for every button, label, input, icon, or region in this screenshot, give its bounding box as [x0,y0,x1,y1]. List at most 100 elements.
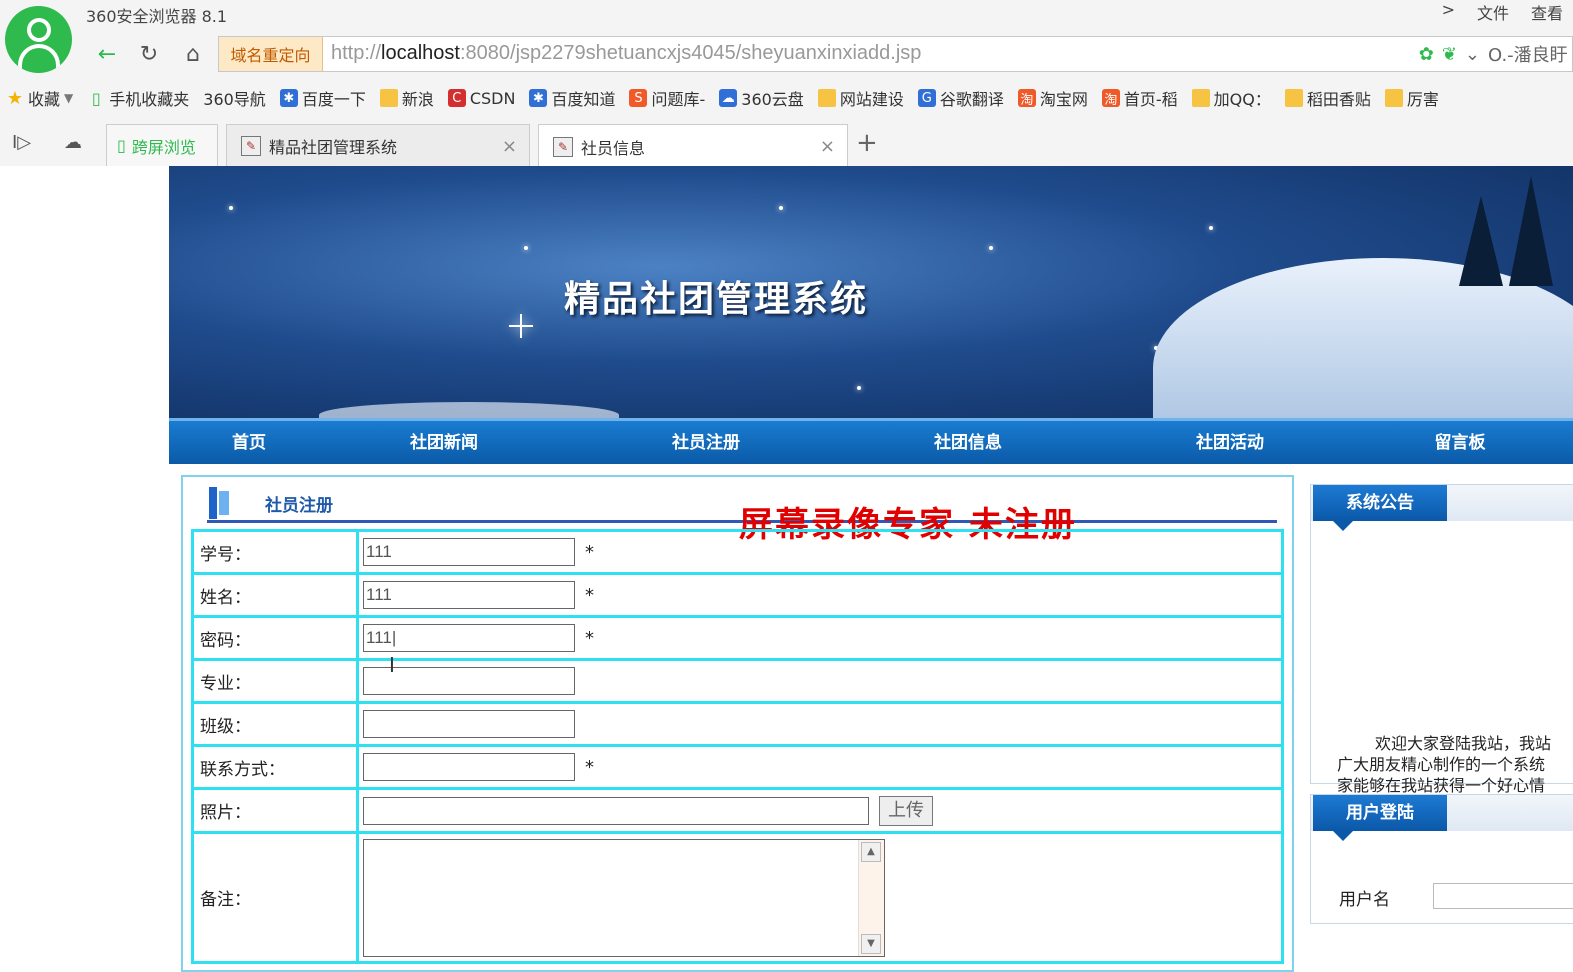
address-bar[interactable]: 域名重定向 http://localhost:8080/jsp2279shetu… [218,36,1573,72]
taobao-icon: 淘 [1017,89,1036,108]
nav-guestbook[interactable]: 留言板 [1385,421,1535,465]
close-icon[interactable]: × [502,136,517,157]
form-row: 照片： 上传 [191,787,1284,834]
field-label: 备注： [191,831,359,964]
field-label: 班级： [191,701,359,747]
top-menu: > 文件 查看 [1442,0,1573,24]
upload-button[interactable]: 上传 [879,795,933,826]
required-mark: * [585,584,594,606]
username-label: 用户名 [1339,890,1390,910]
bookmark-item[interactable]: ★ 收藏 ▼ [6,86,73,110]
bookmark-item[interactable]: 厉害 [1384,86,1439,110]
navigation-bar: ← ↻ ⌂ 域名重定向 http://localhost:8080/jsp227… [84,36,1573,72]
page-favicon-icon: ✎ [553,136,573,157]
nav-member-register[interactable]: 社员注册 [631,421,781,465]
folder-icon [379,89,398,107]
form-row: 联系方式： * [191,744,1284,790]
notes-textarea[interactable]: ▲ ▼ [363,838,885,957]
folder-icon [1191,89,1210,107]
nav-club-activity[interactable]: 社团活动 [1155,421,1305,465]
address-tools: ✿ ❦ ⌄ O.-潘良盱 [1419,41,1572,67]
cloud-icon[interactable]: ☁ [64,132,82,153]
student-id-input[interactable]: 111 [363,538,575,566]
speed-mode-icon[interactable]: ❦ [1442,44,1457,65]
sidebar-toggle-icon[interactable]: I▷ [12,132,31,153]
bookmark-item[interactable]: 360导航 [203,86,266,110]
bookmark-item[interactable]: G 谷歌翻译 [917,86,1004,110]
page-favicon-icon: ✎ [241,135,261,156]
bookmark-item[interactable]: C CSDN [447,89,515,108]
form-row: 学号： 111 * [191,529,1284,575]
notice-title: 系统公告 [1313,485,1447,531]
bookmark-item[interactable]: 新浪 [379,86,434,110]
folder-icon [1384,89,1403,107]
phone-icon: ▯ [117,136,126,155]
photo-path-input[interactable] [363,796,869,825]
user-avatar-icon[interactable] [5,6,72,73]
back-arrow-icon[interactable]: ← [88,36,126,72]
username-input[interactable] [1433,883,1573,909]
form-row: 专业： [191,658,1284,704]
browser-window: 360安全浏览器 8.1 > 文件 查看 ← ↻ ⌂ 域名重定向 http://… [0,0,1573,972]
reload-icon[interactable]: ↻ [130,36,168,72]
bookmark-item[interactable]: 网站建设 [817,86,904,110]
search-hint[interactable]: O.-潘良盱 [1488,41,1572,67]
url-text[interactable]: http://localhost:8080/jsp2279shetuancxjs… [331,42,921,65]
menu-file[interactable]: 文件 [1477,0,1509,24]
chevron-down-icon[interactable]: ▼ [64,91,73,105]
bookmark-item[interactable]: S 问题库- [629,86,705,110]
login-box: 用户登陆 用户名 [1310,794,1573,924]
right-sidebar: 系统公告 欢迎大家登陆我站，我站 广大朋友精心制作的一个系统 家能够在我站获得一… [1310,484,1573,924]
required-mark: * [585,756,594,778]
class-input[interactable] [363,710,575,738]
chevron-down-icon[interactable]: ⌄ [1465,44,1480,65]
menu-view[interactable]: 查看 [1531,0,1563,24]
cloud-icon: ☁ [719,89,738,107]
star-icon: ★ [6,87,24,109]
new-tab-icon[interactable]: + [856,128,878,158]
bookmark-item[interactable]: 淘淘宝网 [1017,86,1088,110]
scrollbar[interactable]: ▲ ▼ [858,839,884,956]
baidu-icon: ✱ [529,89,548,107]
translate-icon: G [917,89,936,107]
bookmark-item[interactable]: ▯ 手机收藏夹 [87,86,189,110]
bookmark-item[interactable]: 稻田香贴 [1284,86,1371,110]
bookmark-item[interactable]: 加QQ： [1191,86,1271,110]
refresh-sync-icon[interactable]: ✿ [1419,44,1434,65]
close-icon[interactable]: × [820,136,835,157]
bookmark-item[interactable]: ✱ 百度知道 [529,86,615,110]
bookmark-item[interactable]: ☁ 360云盘 [719,86,804,110]
menu-expand[interactable]: > [1442,0,1455,24]
bookmark-item[interactable]: 淘首页-稻 [1101,86,1178,110]
tab-bar: I▷ ☁ ▯ 跨屏浏览 ✎ 精品社团管理系统 × ✎ 社员信息 × + [0,122,1573,168]
tab-cross-screen[interactable]: ▯ 跨屏浏览 [106,124,218,166]
nav-home[interactable]: 首页 [174,421,324,465]
folder-icon [1284,89,1303,107]
web-page: 精品社团管理系统 首页 社团新闻 社员注册 社团信息 社团活动 留言板 社员注册… [0,166,1573,972]
field-label: 姓名： [191,572,359,618]
field-label: 专业： [191,658,359,704]
scroll-down-icon[interactable]: ▼ [861,933,881,954]
section-bookmark-icon [207,487,231,519]
home-icon[interactable]: ⌂ [174,36,212,72]
bookmark-item[interactable]: ✱ 百度一下 [279,86,366,110]
password-input[interactable]: 111| [363,624,575,652]
contact-input[interactable] [363,753,575,781]
domain-redirect-badge[interactable]: 域名重定向 [219,37,323,71]
notice-text: 欢迎大家登陆我站，我站 广大朋友精心制作的一个系统 家能够在我站获得一个好心情 [1337,734,1552,795]
field-label: 学号： [191,529,359,575]
browser-chrome: 360安全浏览器 8.1 > 文件 查看 ← ↻ ⌂ 域名重定向 http://… [0,0,1573,168]
main-nav: 首页 社团新闻 社员注册 社团信息 社团活动 留言板 [169,418,1573,464]
name-input[interactable]: 111 [363,581,575,609]
form-row: 密码： 111| * [191,615,1284,661]
register-form: 学号： 111 * 姓名： 111 * 密码： 111| * 专业： 班级： 联… [191,529,1284,964]
nav-club-info[interactable]: 社团信息 [893,421,1043,465]
register-panel: 社员注册 屏幕录像专家 未注册 学号： 111 * 姓名： 111 * 密码： 11… [181,475,1294,972]
required-mark: * [585,627,594,649]
scroll-up-icon[interactable]: ▲ [861,841,881,862]
tab-member-info[interactable]: ✎ 社员信息 × [538,124,848,168]
field-label: 密码： [191,615,359,661]
tab-club-system[interactable]: ✎ 精品社团管理系统 × [226,124,530,166]
bookmarks-bar: ★ 收藏 ▼ ▯ 手机收藏夹 360导航 ✱ 百度一下 新浪 C CSDN ✱ 百度知道 S… [0,84,1573,112]
nav-club-news[interactable]: 社团新闻 [369,421,519,465]
